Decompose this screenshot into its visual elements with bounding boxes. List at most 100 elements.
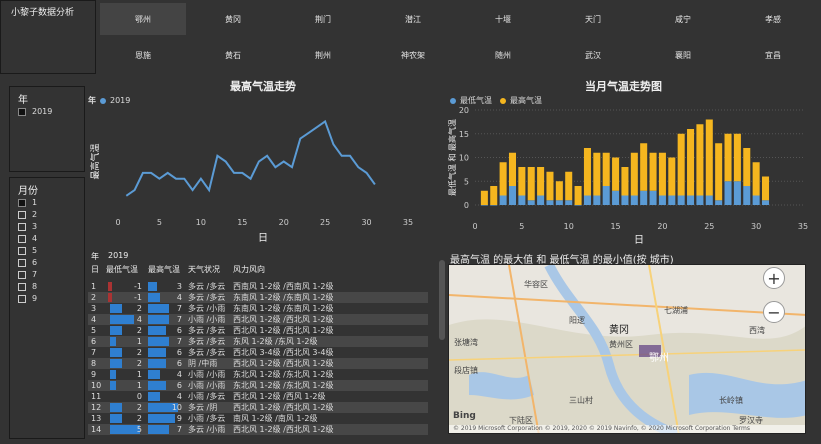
checkbox[interactable] [18,222,26,231]
city-button[interactable]: 随州 [460,39,546,71]
table-column-header[interactable]: 最高气温 [148,264,180,275]
bar-high[interactable] [490,186,498,205]
bar-high[interactable] [583,148,591,196]
bar-high[interactable] [527,167,535,201]
bar-high[interactable] [480,190,488,205]
bar-high[interactable] [602,152,610,186]
city-button[interactable]: 天门 [550,3,636,35]
bar-high[interactable] [593,152,601,196]
table-row[interactable]: 9 1 4 小雨 /小雨 东北风 1-2级 /东北风 1-2级 [88,369,428,380]
checkbox[interactable] [18,107,26,116]
bar-high[interactable] [640,143,648,191]
bar-high[interactable] [724,133,732,182]
checkbox[interactable] [18,246,26,255]
bar-low[interactable] [583,195,591,206]
checkbox[interactable] [18,282,26,291]
city-button[interactable]: 十堰 [460,3,546,35]
table-column-header[interactable]: 风力风向 [233,264,265,275]
bar-high[interactable] [762,176,770,201]
bar-low[interactable] [705,195,713,206]
checkbox[interactable] [18,270,26,279]
month-option[interactable]: 6 [18,258,37,267]
bar-low[interactable] [658,195,666,206]
bar-high[interactable] [649,152,657,191]
city-button[interactable]: 黄石 [190,39,276,71]
month-option[interactable]: 8 [18,282,37,291]
bar-low[interactable] [733,181,741,205]
bar-low[interactable] [480,205,488,206]
bar-low[interactable] [640,190,648,205]
bar-low[interactable] [574,205,582,206]
table-row[interactable]: 6 1 7 多云 /多云 东风 1-2级 /东风 1-2级 [88,336,428,347]
checkbox[interactable] [18,258,26,267]
bar-low[interactable] [527,200,535,205]
table-row[interactable]: 4 4 7 小雨 /小雨 西北风 1-2级 /西北风 1-2级 [88,314,428,325]
city-button[interactable]: 宜昌 [730,39,816,71]
bar-low[interactable] [687,195,695,206]
table-row[interactable]: 14 5 7 多云 /小雨 西北风 1-2级 /西北风 1-2级 [88,424,428,435]
bar-high[interactable] [677,133,685,196]
bar-low[interactable] [649,190,657,205]
bar-low[interactable] [555,200,563,205]
bar-high[interactable] [658,152,666,196]
table-row[interactable]: 7 2 6 多云 /多云 西北风 3-4级 /西北风 3-4级 [88,347,428,358]
bar-high[interactable] [752,162,760,196]
month-option[interactable]: 9 [18,294,37,303]
city-map[interactable]: 华容区 黄冈 黄州区 鄂州 下陆区 三山村 七湖浦 段店镇 阳逻 长岭镇 张塘湾 西湾 罗汉寺 + − … [448,264,806,434]
zoom-in-button[interactable]: + [763,267,785,289]
month-option[interactable]: 3 [18,222,37,231]
bar-high[interactable] [715,143,723,201]
bar-low[interactable] [696,195,704,206]
bar-high[interactable] [612,157,620,191]
table-row[interactable]: 12 2 10 多云 /阴 西北风 1-2级 /西北风 1-2级 [88,402,428,413]
bar-high[interactable] [705,119,713,196]
table-column-header[interactable]: 日 [91,264,99,275]
table-row[interactable]: 13 2 9 小雨 /多云 南风 1-2级 /南风 1-2级 [88,413,428,424]
bar-low[interactable] [621,195,629,206]
bar-low[interactable] [508,186,516,205]
table-column-header[interactable]: 天气状况 [188,264,220,275]
month-option[interactable]: 2 [18,210,37,219]
month-option[interactable]: 5 [18,246,37,255]
bar-high[interactable] [499,162,507,196]
checkbox[interactable] [18,198,26,207]
table-scrollbar[interactable] [439,260,445,340]
bar-high[interactable] [518,167,526,196]
month-option[interactable]: 1 [18,198,37,207]
month-option[interactable]: 7 [18,270,37,279]
bar-low[interactable] [668,195,676,206]
city-button[interactable]: 潜江 [370,3,456,35]
checkbox[interactable] [18,294,26,303]
bar-high[interactable] [696,124,704,196]
line-series-2019[interactable] [125,119,376,197]
bar-low[interactable] [593,195,601,206]
bar-high[interactable] [621,167,629,196]
city-button[interactable]: 武汉 [550,39,636,71]
bar-low[interactable] [546,200,554,205]
table-row[interactable]: 10 1 6 小雨 /小雨 东北风 1-2级 /东北风 1-2级 [88,380,428,391]
bar-high[interactable] [546,171,554,201]
bar-high[interactable] [668,157,676,196]
bar-low[interactable] [752,195,760,206]
table-row[interactable]: 11 0 4 小雨 /多云 西北风 1-2级 /西风 1-2级 [88,391,428,402]
city-button[interactable]: 鄂州 [100,3,186,35]
bar-high[interactable] [555,181,563,201]
bar-low[interactable] [537,195,545,206]
bar-high[interactable] [574,186,582,205]
checkbox[interactable] [18,234,26,243]
bar-low[interactable] [499,195,507,206]
year-option-2019[interactable]: 2019 [18,107,52,116]
city-button[interactable]: 荆州 [280,39,366,71]
table-column-header[interactable]: 最低气温 [106,264,138,275]
bar-high[interactable] [733,133,741,182]
city-button[interactable]: 孝感 [730,3,816,35]
bar-low[interactable] [743,186,751,205]
city-button[interactable]: 荆门 [280,3,366,35]
zoom-out-button[interactable]: − [763,301,785,323]
bar-low[interactable] [518,195,526,206]
bar-high[interactable] [537,167,545,196]
bar-low[interactable] [630,195,638,206]
checkbox[interactable] [18,210,26,219]
bar-low[interactable] [724,181,732,205]
table-row[interactable]: 8 2 6 阴 /中雨 西北风 1-2级 /西北风 1-2级 [88,358,428,369]
